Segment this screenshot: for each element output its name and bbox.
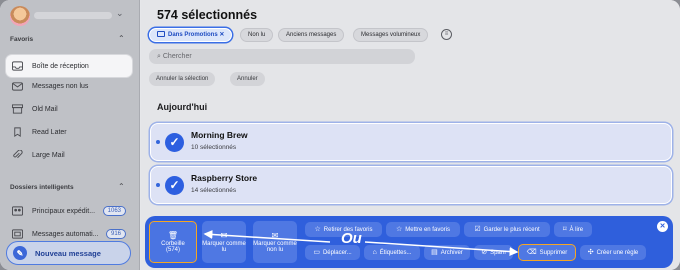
cancel-selection-button[interactable]: Annuler la sélection bbox=[149, 72, 216, 86]
move-button[interactable]: ▭ Déplacer... bbox=[305, 245, 360, 260]
search-placeholder: Chercher bbox=[162, 53, 192, 60]
avatar[interactable] bbox=[10, 6, 30, 26]
sidebar: ⌄ Favoris ⌃ Boîte de réception Messages … bbox=[0, 0, 140, 270]
filter-icon[interactable]: ≡ bbox=[441, 29, 452, 40]
unread-dot bbox=[156, 183, 160, 187]
cancel-button[interactable]: Annuler bbox=[230, 72, 265, 86]
count-badge: 1063 bbox=[102, 206, 126, 216]
count-badge: 916 bbox=[105, 229, 126, 239]
search-input[interactable]: ⌕ Chercher bbox=[149, 49, 415, 64]
people-icon bbox=[12, 206, 23, 216]
archive-button[interactable]: ▤ Archiver bbox=[424, 245, 470, 260]
selection-count: 14 sélectionnés bbox=[191, 187, 237, 194]
list-item[interactable]: ✓ Morning Brew 10 sélectionnés bbox=[150, 123, 672, 161]
paperclip-icon bbox=[12, 150, 23, 160]
button-label: À lire bbox=[569, 226, 584, 233]
mark-read-button[interactable]: ✉ Marquer comme lu bbox=[202, 221, 246, 263]
archive-box-icon: ▤ bbox=[431, 249, 438, 256]
chevron-up-icon[interactable]: ⌃ bbox=[118, 182, 125, 191]
keep-latest-button[interactable]: ☑ Garder le plus récent bbox=[464, 222, 550, 237]
archive-box-icon bbox=[12, 104, 23, 114]
warning-icon: ⊘ bbox=[481, 249, 488, 256]
bulk-action-panel: 🗑 Corbeille (574) ✉ Marquer comme lu ✉ M… bbox=[145, 216, 673, 268]
button-label: Étiquettes... bbox=[379, 249, 412, 256]
unread-dot bbox=[156, 140, 160, 144]
star-slash-icon: ☆ bbox=[314, 226, 321, 233]
search-icon: ⌕ bbox=[157, 53, 161, 60]
selection-count: 10 sélectionnés bbox=[191, 144, 237, 151]
delete-button[interactable]: ⌫ Supprimer bbox=[518, 244, 576, 261]
button-label: Supprimer bbox=[539, 249, 568, 256]
sidebar-item-read-later[interactable]: Read Later bbox=[6, 121, 132, 143]
rule-icon: ✣ bbox=[587, 249, 594, 256]
mark-unread-button[interactable]: ✉ Marquer comme non lu bbox=[253, 221, 297, 263]
app-window: ⌄ Favoris ⌃ Boîte de réception Messages … bbox=[0, 0, 680, 270]
star-icon: ☆ bbox=[396, 226, 403, 233]
inbox-check-icon: ☑ bbox=[474, 226, 481, 233]
list-item[interactable]: ✓ Raspberry Store 14 sélectionnés bbox=[150, 166, 672, 204]
mark-read-label: Marquer comme lu bbox=[202, 241, 246, 253]
sidebar-item-label: Messages non lus bbox=[32, 82, 89, 90]
sidebar-item-label: Read Later bbox=[32, 128, 67, 136]
filter-chip-unread[interactable]: Non lu bbox=[240, 28, 274, 42]
sidebar-item-label: Principaux expédit... bbox=[32, 207, 96, 215]
mark-unread-label: Marquer comme non lu bbox=[253, 241, 297, 253]
filter-chip-old-messages[interactable]: Anciens messages bbox=[278, 28, 345, 42]
spam-button[interactable]: ⊘ Spam bbox=[474, 245, 513, 260]
button-label: Spam bbox=[490, 249, 506, 256]
smart-folders-title: Dossiers intelligents bbox=[10, 184, 74, 191]
inbox-icon bbox=[12, 61, 23, 71]
robot-icon bbox=[12, 229, 23, 239]
sidebar-item-label: Messages automati... bbox=[32, 230, 99, 238]
envelope-icon: ✉ bbox=[271, 231, 279, 240]
favorites-title: Favoris bbox=[10, 36, 34, 43]
sidebar-item-top-senders[interactable]: Principaux expédit... 1063 bbox=[6, 200, 132, 222]
filter-chip-large-messages[interactable]: Messages volumineux bbox=[353, 28, 429, 42]
checkmark-icon[interactable]: ✓ bbox=[165, 176, 184, 195]
section-header-today: Aujourd'hui bbox=[157, 102, 208, 112]
page-title: 574 sélectionnés bbox=[157, 8, 258, 22]
read-later-button[interactable]: ⌑ À lire bbox=[554, 222, 592, 237]
sidebar-item-inbox[interactable]: Boîte de réception bbox=[6, 55, 132, 77]
chip-label: Dans Promotions ✕ bbox=[168, 32, 225, 38]
button-label: Garder le plus récent bbox=[483, 226, 540, 233]
favorite-button[interactable]: ☆ Mettre en favoris bbox=[386, 222, 460, 237]
tag-icon: ⌂ bbox=[372, 249, 377, 256]
sidebar-item-unread[interactable]: Messages non lus bbox=[6, 75, 132, 97]
button-label: Créer une règle bbox=[596, 249, 639, 256]
sidebar-item-label: Old Mail bbox=[32, 105, 58, 113]
folder-icon: ▭ bbox=[313, 249, 320, 256]
sidebar-item-old-mail[interactable]: Old Mail bbox=[6, 98, 132, 120]
bookmark-icon: ⌑ bbox=[562, 226, 567, 233]
chevron-up-icon[interactable]: ⌃ bbox=[118, 34, 125, 43]
unread-mail-icon bbox=[12, 82, 23, 91]
sender-name: Raspberry Store bbox=[191, 173, 258, 183]
new-message-label: Nouveau message bbox=[35, 248, 101, 258]
button-label: Archiver bbox=[440, 249, 463, 256]
trash-icon: 🗑 bbox=[167, 231, 179, 240]
account-name-redacted[interactable] bbox=[34, 12, 112, 19]
compose-icon: ✎ bbox=[13, 246, 27, 260]
chevron-down-icon[interactable]: ⌄ bbox=[116, 8, 124, 19]
new-message-button[interactable]: ✎ Nouveau message bbox=[6, 241, 131, 265]
filter-chip-promotions[interactable]: Dans Promotions ✕ bbox=[149, 28, 233, 42]
create-rule-button[interactable]: ✣ Créer une règle bbox=[580, 245, 646, 260]
trash-button[interactable]: 🗑 Corbeille (574) bbox=[149, 221, 197, 263]
trash-count: (574) bbox=[165, 247, 180, 253]
sidebar-item-large-mail[interactable]: Large Mail bbox=[6, 144, 132, 166]
button-label: Déplacer... bbox=[322, 249, 352, 256]
delete-icon: ⌫ bbox=[526, 249, 537, 256]
button-label: Mettre en favoris bbox=[405, 226, 450, 233]
checkmark-icon[interactable]: ✓ bbox=[165, 133, 184, 152]
folder-icon bbox=[157, 31, 165, 37]
sender-name: Morning Brew bbox=[191, 130, 248, 140]
labels-button[interactable]: ⌂ Étiquettes... bbox=[364, 245, 420, 260]
overlay-text-or: Ou bbox=[341, 230, 362, 247]
envelope-open-icon: ✉ bbox=[220, 231, 228, 240]
bookmark-icon bbox=[12, 127, 23, 137]
close-icon[interactable]: ✕ bbox=[657, 221, 668, 232]
sidebar-item-label: Boîte de réception bbox=[32, 62, 89, 70]
sidebar-item-label: Large Mail bbox=[32, 151, 65, 159]
